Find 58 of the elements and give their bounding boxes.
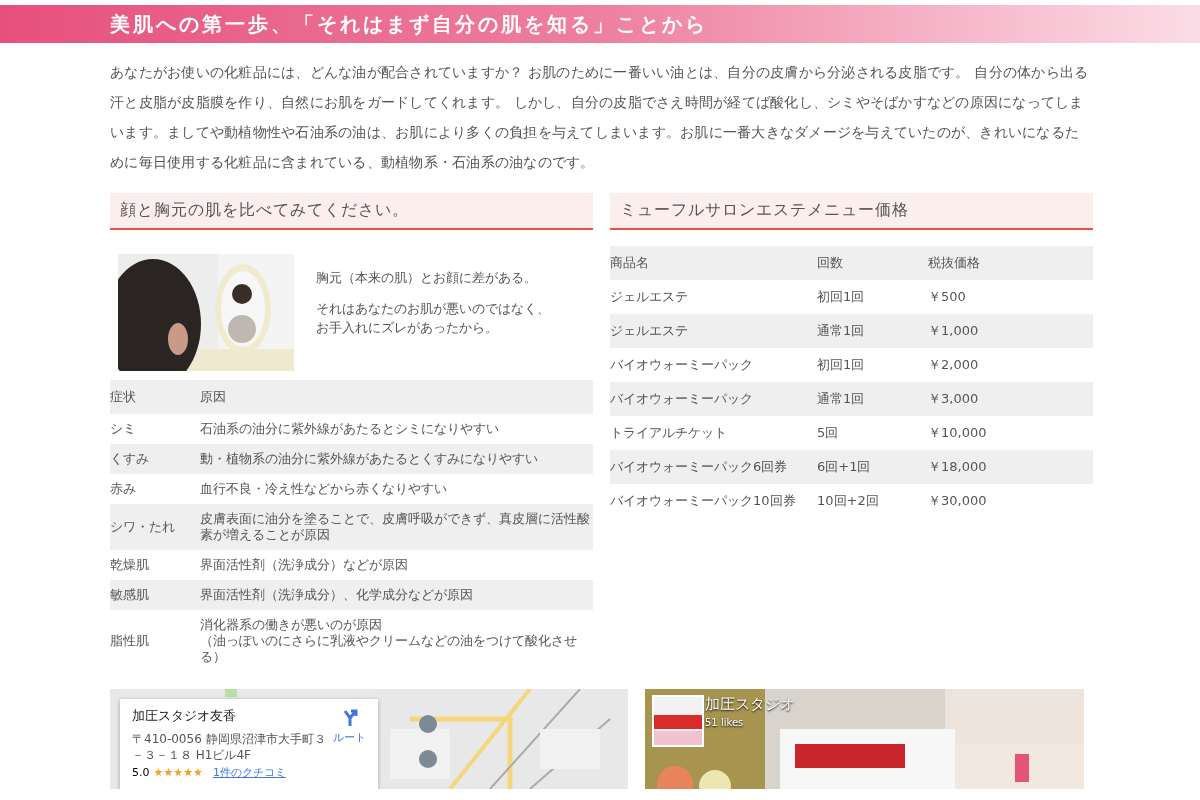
table-cell: 5回 bbox=[817, 416, 928, 450]
table-cell: 界面活性剤（洗浄成分）などが原因 bbox=[200, 550, 593, 580]
table-cell: 初回1回 bbox=[817, 280, 928, 314]
place-address: 〒410-0056 静岡県沼津市大手町３－３－１８ H1ビル4F bbox=[132, 731, 327, 763]
table-cell: ￥500 bbox=[928, 280, 1093, 314]
table-cell: 石油系の油分に紫外線があたるとシミになりやすい bbox=[200, 414, 593, 444]
table-cell: ￥10,000 bbox=[928, 416, 1093, 450]
table-cell: ジェルエステ bbox=[610, 314, 817, 348]
table-cell: 界面活性剤（洗浄成分）、化学成分などが原因 bbox=[200, 580, 593, 610]
comparison-text: 胸元（本来の肌）とお顔に差がある。 bbox=[316, 269, 538, 287]
table-cell: シワ・たれ bbox=[110, 504, 200, 550]
star-icon: ★ bbox=[153, 766, 164, 779]
reviews-link[interactable]: 1件のクチコミ bbox=[212, 765, 286, 780]
table-cell: 動・植物系の油分に紫外線があたるとくすみになりやすい bbox=[200, 444, 593, 474]
star-icon: ★ bbox=[183, 766, 193, 779]
table-cell: バイオウォーミーパック6回券 bbox=[610, 450, 817, 484]
rating-value: 5.0 bbox=[132, 766, 150, 779]
star-icon: ★ bbox=[163, 766, 174, 779]
section-heading: ミューフルサロンエステメニュー価格 bbox=[610, 193, 1093, 230]
column-header: 税抜価格 bbox=[928, 246, 1093, 280]
column-header: 原因 bbox=[200, 380, 593, 414]
table-cell: ￥18,000 bbox=[928, 450, 1093, 484]
star-icon: ★ bbox=[193, 766, 203, 779]
page-title: 美肌への第一歩、「それはまず自分の肌を知る」ことから bbox=[110, 10, 708, 38]
table-cell: バイオウォーミーパック bbox=[610, 382, 817, 416]
column-header: 症状 bbox=[110, 380, 200, 414]
table-cell: 赤み bbox=[110, 474, 200, 504]
table-cell: ￥3,000 bbox=[928, 382, 1093, 416]
section-heading: 顔と胸元の肌を比べてみてください。 bbox=[110, 193, 593, 230]
table-cell: 敏感肌 bbox=[110, 580, 200, 610]
intro-paragraph: あなたがお使いの化粧品には、どんな油が配合されていますか？ お肌のために一番いい油とは、自分の皮膚から分泌される皮脂です。 自分の体から出る汗と皮脂が皮脂膜を作り、自然にお肌をガードしてくれます。 しかし、自分の皮脂でさえ時間が経てば酸化し、シミやそばかすなどの原因になってしまいます。ましてや動植物性や石油系の油は、お肌により多くの負担を与えてしまいます。お肌に一番大きなダメージを与えていたのが、きれいになるために毎日使用する化粧品に含まれている、動植物系・石油系の油なのです。 bbox=[110, 63, 1090, 172]
table-cell: トライアルチケット bbox=[610, 416, 817, 450]
table-cell: シミ bbox=[110, 414, 200, 444]
table-cell: ￥30,000 bbox=[928, 484, 1093, 518]
table-cell: バイオウォーミーパック bbox=[610, 348, 817, 382]
comparison-text: お手入れにズレがあったから。 bbox=[316, 319, 499, 337]
table-cell: ジェルエステ bbox=[610, 280, 817, 314]
table-cell: くすみ bbox=[110, 444, 200, 474]
table-cell: 血行不良・冷え性などから赤くなりやすい bbox=[200, 474, 593, 504]
table-cell: 6回+1回 bbox=[817, 450, 928, 484]
star-icon: ★ bbox=[173, 766, 184, 779]
table-cell: 乾燥肌 bbox=[110, 550, 200, 580]
cell-text: 消化器系の働きが悪いのが原因 bbox=[200, 617, 383, 633]
comparison-text: それはあなたのお肌が悪いのではなく、 bbox=[316, 300, 550, 318]
table-cell: 通常1回 bbox=[817, 314, 928, 348]
column-header: 回数 bbox=[817, 246, 928, 280]
table-cell: バイオウォーミーパック10回券 bbox=[610, 484, 817, 518]
table-cell: 脂性肌 bbox=[110, 610, 200, 672]
table-cell: ￥1,000 bbox=[928, 314, 1093, 348]
route-link[interactable]: ルート bbox=[333, 709, 366, 745]
place-name: 加圧スタジオ友香 bbox=[132, 707, 237, 725]
cell-text: （油っぽいのにさらに乳液やクリームなどの油をつけて酸化させる） bbox=[200, 633, 578, 665]
column-header: 商品名 bbox=[610, 246, 817, 280]
table-cell: ￥2,000 bbox=[928, 348, 1093, 382]
table-cell: 通常1回 bbox=[817, 382, 928, 416]
table-cell: 皮膚表面に油分を塗ることで、皮膚呼吸ができず、真皮層に活性酸素が増えることが原因 bbox=[200, 504, 593, 550]
table-cell: 初回1回 bbox=[817, 348, 928, 382]
table-cell: 10回+2回 bbox=[817, 484, 928, 518]
